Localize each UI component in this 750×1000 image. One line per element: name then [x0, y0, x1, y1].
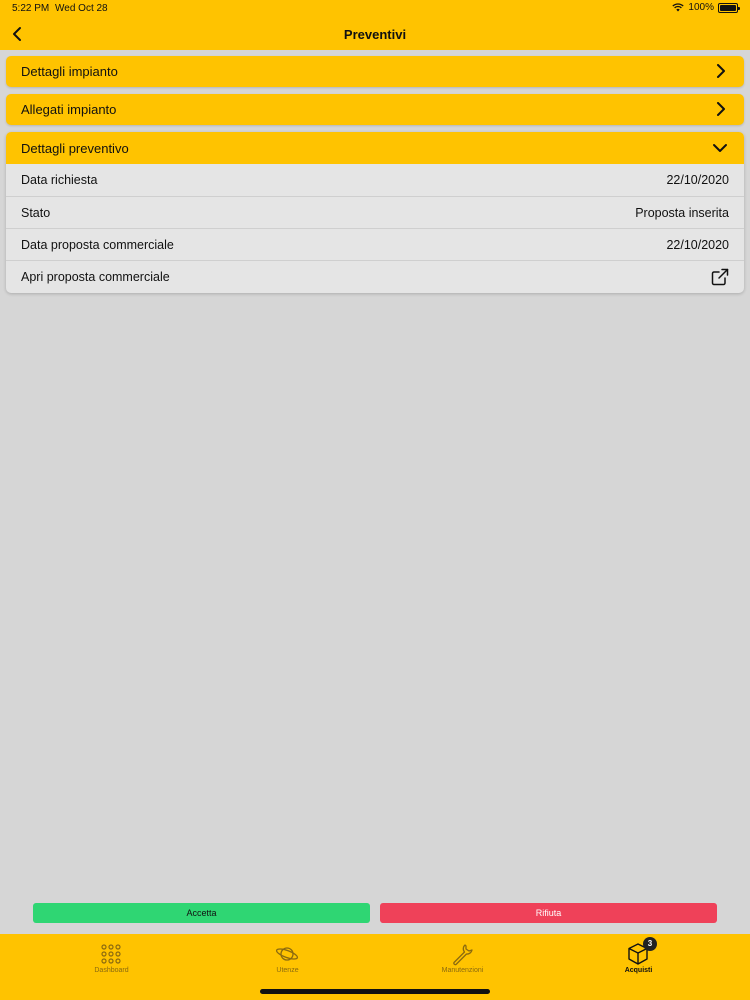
status-indicators: 100%	[672, 2, 740, 13]
chevron-right-icon	[717, 102, 725, 116]
external-link-icon[interactable]	[711, 268, 729, 286]
home-indicator	[260, 989, 490, 994]
tab-label: Dashboard	[94, 967, 129, 974]
battery-percent: 100%	[688, 2, 714, 13]
chevron-down-icon	[713, 144, 727, 152]
tab-acquisti[interactable]: 3 Acquisti	[545, 934, 732, 984]
detail-row-data-richiesta: Data richiesta 22/10/2020	[6, 164, 744, 196]
tab-manutenzioni[interactable]: Manutenzioni	[369, 934, 556, 984]
preventivo-card: Dettagli preventivo Data richiesta 22/10…	[6, 132, 744, 293]
detail-value: 22/10/2020	[666, 173, 729, 187]
chevron-right-icon	[717, 64, 725, 78]
section-label: Dettagli preventivo	[21, 141, 129, 156]
reject-button[interactable]: Rifiuta	[380, 903, 717, 923]
accept-button[interactable]: Accetta	[33, 903, 370, 923]
detail-key: Data proposta commerciale	[21, 238, 174, 252]
status-date: Wed Oct 28	[55, 3, 108, 14]
tab-dashboard[interactable]: Dashboard	[18, 934, 205, 984]
section-allegati-impianto[interactable]: Allegati impianto	[6, 94, 744, 125]
tab-label: Manutenzioni	[441, 967, 484, 974]
open-proposal-row[interactable]: Apri proposta commerciale	[6, 260, 744, 292]
section-dettagli-preventivo[interactable]: Dettagli preventivo	[6, 132, 744, 164]
detail-key: Data richiesta	[21, 173, 98, 187]
section-label: Allegati impianto	[21, 102, 117, 117]
detail-value: Proposta inserita	[635, 206, 729, 220]
tab-label: Utenze	[276, 967, 299, 974]
wifi-icon	[672, 3, 685, 12]
section-dettagli-impianto[interactable]: Dettagli impianto	[6, 56, 744, 87]
detail-row-data-proposta: Data proposta commerciale 22/10/2020	[6, 228, 744, 260]
wrench-icon	[453, 944, 473, 966]
detail-key: Stato	[21, 206, 51, 220]
status-time: 5:22 PM	[12, 3, 50, 14]
navigation-bar: 5:22 PM Wed Oct 28 100% Preventivi	[0, 0, 750, 50]
planet-icon	[275, 947, 299, 961]
grid-dots-icon	[101, 944, 121, 964]
page-title: Preventivi	[343, 27, 407, 42]
tab-label: Acquisti	[624, 967, 653, 974]
detail-key: Apri proposta commerciale	[21, 270, 170, 284]
section-label: Dettagli impianto	[21, 64, 118, 79]
battery-icon	[718, 2, 740, 13]
tab-utenze[interactable]: Utenze	[194, 934, 381, 984]
tab-badge: 3	[643, 937, 657, 951]
detail-row-stato: Stato Proposta inserita	[6, 196, 744, 228]
detail-value: 22/10/2020	[666, 238, 729, 252]
